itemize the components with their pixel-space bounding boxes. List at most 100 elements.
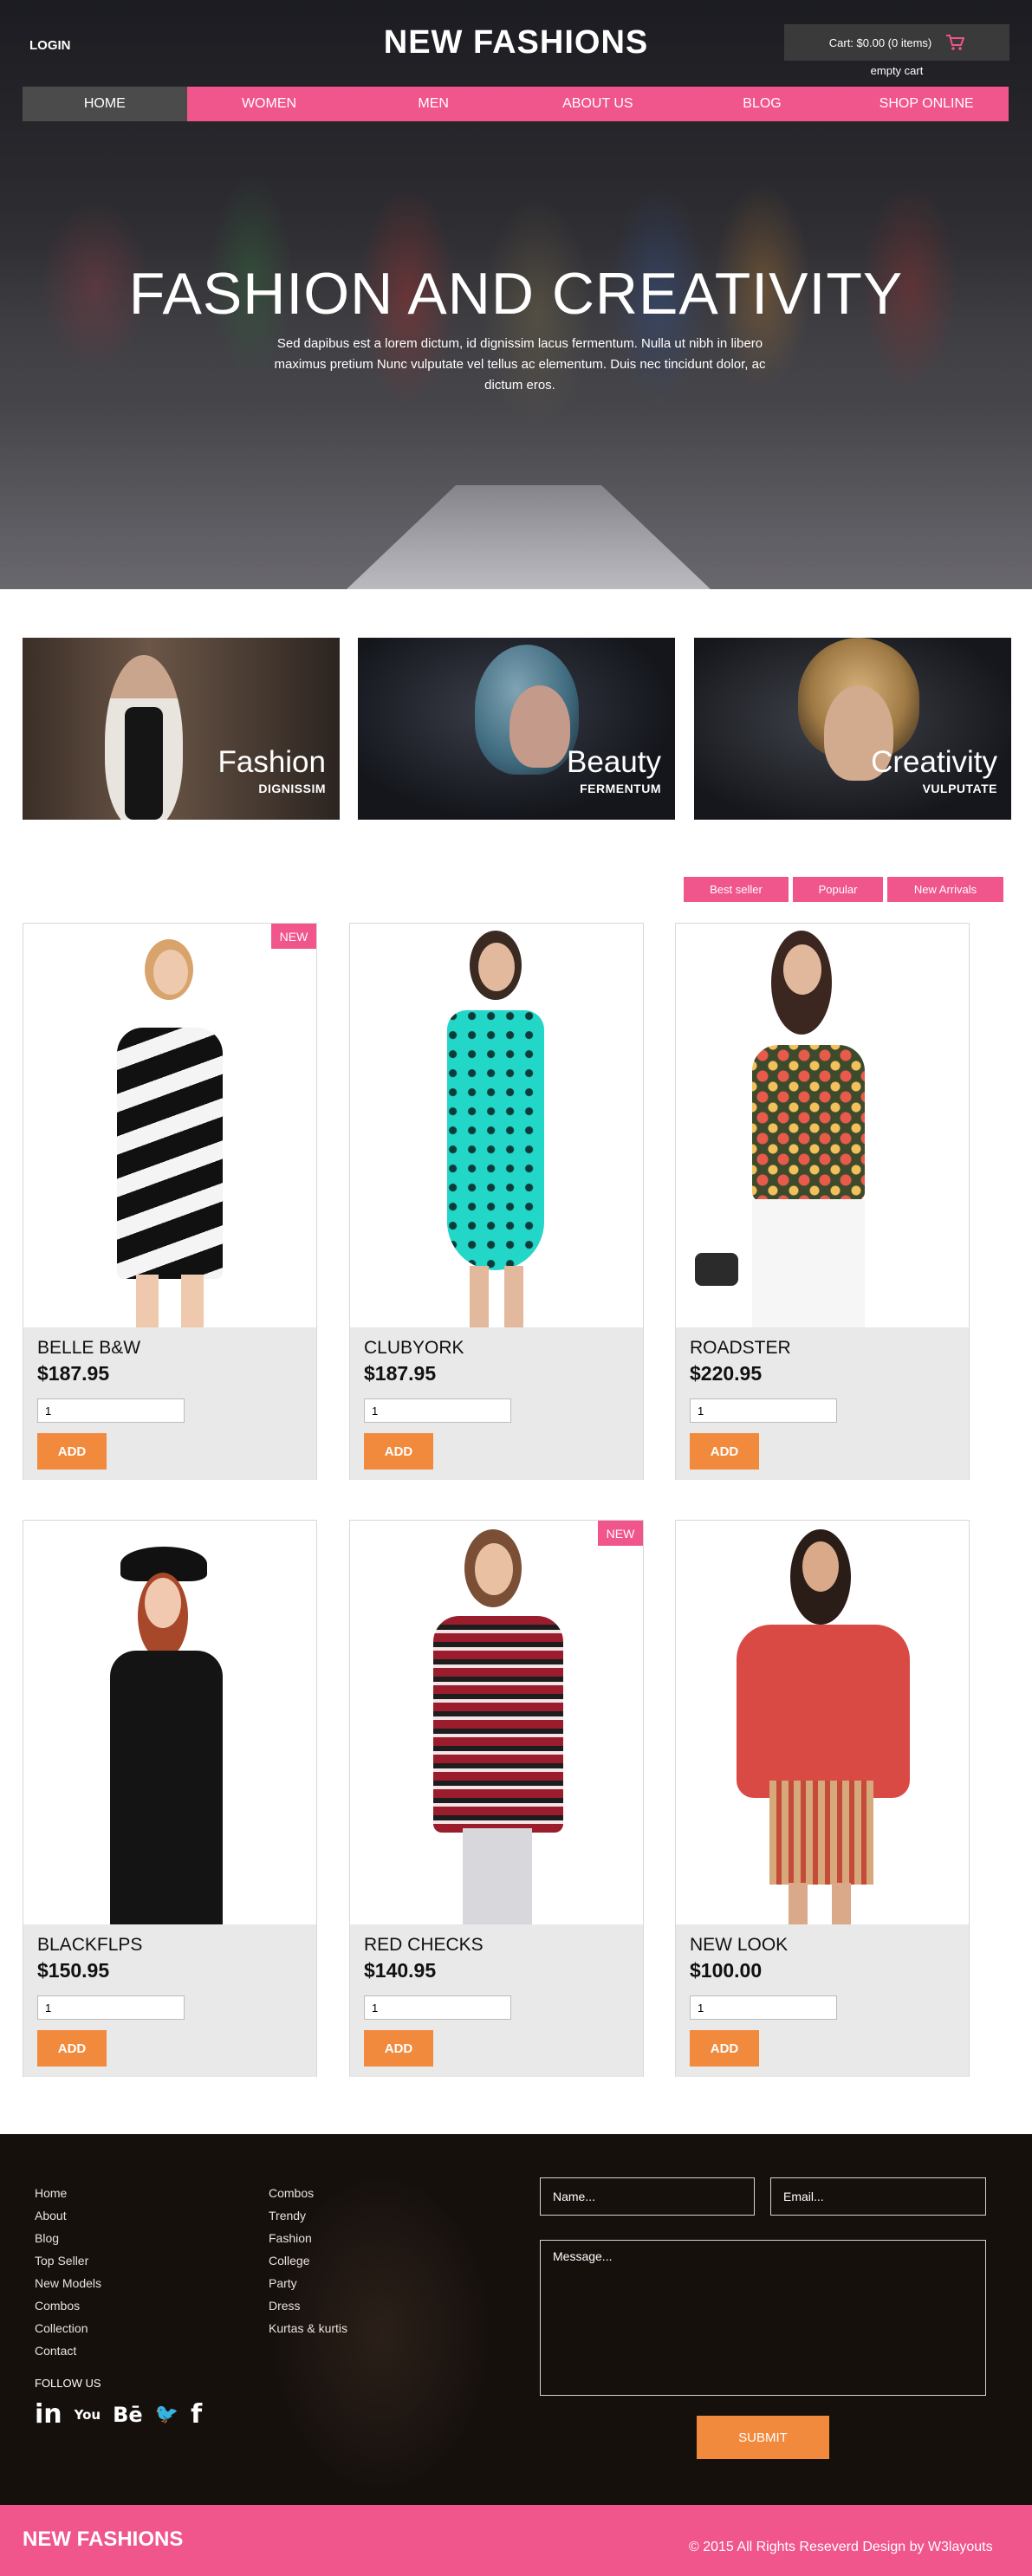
add-to-cart-button[interactable]: ADD (364, 1433, 433, 1470)
category-fashion-photo-shade (125, 707, 163, 820)
footer-brand[interactable]: NEW FASHIONS (23, 2527, 183, 2552)
category-beauty-label: Beauty FERMENTUM (567, 745, 661, 795)
product-image[interactable] (23, 924, 316, 1327)
youtube-icon[interactable]: You (75, 2408, 101, 2421)
footer-link[interactable]: Kurtas & kurtis (269, 2317, 347, 2339)
product-image[interactable] (350, 1521, 643, 1924)
tab-new-arrivals[interactable]: New Arrivals (887, 877, 1003, 902)
hero-title: FASHION AND CREATIVITY (128, 261, 904, 327)
product-card: BLACKFLPS $150.95 ADD (23, 1520, 317, 2077)
model-skirt (769, 1781, 873, 1885)
product-name: CLUBYORK (364, 1338, 464, 1358)
add-to-cart-button[interactable]: ADD (37, 1433, 107, 1470)
footer-link[interactable]: Dress (269, 2294, 347, 2317)
footer: Home About Blog Top Seller New Models Co… (0, 2134, 1032, 2505)
model-dress (447, 1010, 544, 1270)
empty-cart-link[interactable]: empty cart (784, 64, 1009, 77)
product-price: $150.95 (37, 1959, 110, 1982)
tab-popular[interactable]: Popular (793, 877, 883, 902)
nav-blog[interactable]: BLOG (679, 87, 845, 121)
footer-link[interactable]: Fashion (269, 2227, 347, 2249)
cart-button[interactable]: Cart: $0.00 (0 items) (784, 24, 1009, 61)
category-subtitle: FERMENTUM (580, 782, 661, 795)
footer-link[interactable]: About (35, 2204, 101, 2227)
product-image[interactable] (676, 1521, 969, 1924)
add-to-cart-button[interactable]: ADD (364, 2030, 433, 2067)
footer-link[interactable]: Combos (269, 2182, 347, 2204)
hero-text: Sed dapibus est a lorem dictum, id digni… (274, 336, 766, 393)
product-price: $187.95 (37, 1362, 110, 1385)
category-fashion[interactable]: Fashion DIGNISSIM (23, 638, 340, 820)
linkedin-icon[interactable]: in (35, 2399, 62, 2430)
footer-link[interactable]: Blog (35, 2227, 101, 2249)
nav-shop-online[interactable]: SHOP ONLINE (844, 87, 1009, 121)
footer-link[interactable]: Collection (35, 2317, 101, 2339)
quantity-input[interactable] (690, 1995, 837, 2020)
footer-link[interactable]: College (269, 2249, 347, 2272)
hero-runway (347, 485, 711, 589)
product-info: NEW LOOK $100.00 ADD (676, 1924, 969, 2077)
model-dress (117, 1028, 223, 1279)
product-price: $100.00 (690, 1959, 763, 1982)
product-image[interactable] (23, 1521, 316, 1924)
product-info: RED CHECKS $140.95 ADD (350, 1924, 643, 2077)
product-image[interactable] (676, 924, 969, 1327)
footer-link[interactable]: Combos (35, 2294, 101, 2317)
add-to-cart-button[interactable]: ADD (690, 1433, 759, 1470)
product-card: NEW BELLE B&W $187.95 ADD (23, 923, 317, 1480)
footer-bar: NEW FASHIONS © 2015 All Rights Reseverd … (0, 2505, 1032, 2576)
model-face (783, 944, 821, 995)
product-price: $220.95 (690, 1362, 763, 1385)
category-creativity[interactable]: Creativity VULPUTATE (694, 638, 1011, 820)
model-skirt (752, 1199, 865, 1327)
product-image[interactable] (350, 924, 643, 1327)
quantity-input[interactable] (364, 1995, 511, 2020)
footer-link[interactable]: Trendy (269, 2204, 347, 2227)
nav-men[interactable]: MEN (351, 87, 516, 121)
quantity-input[interactable] (37, 1995, 185, 2020)
model-leg (181, 1275, 204, 1327)
message-field[interactable] (540, 2240, 986, 2396)
facebook-icon[interactable]: f (191, 2399, 202, 2430)
quantity-input[interactable] (37, 1398, 185, 1423)
category-subtitle: VULPUTATE (922, 782, 997, 795)
footer-link[interactable]: Home (35, 2182, 101, 2204)
nav-home[interactable]: HOME (23, 87, 187, 121)
add-to-cart-button[interactable]: ADD (37, 2030, 107, 2067)
nav-about-us[interactable]: ABOUT US (516, 87, 680, 121)
product-card: NEW LOOK $100.00 ADD (675, 1520, 970, 2077)
model-leg (504, 1266, 523, 1327)
footer-link[interactable]: New Models (35, 2272, 101, 2294)
footer-link[interactable]: Contact (35, 2339, 101, 2362)
model-outfit (110, 1651, 223, 1924)
name-field[interactable] (540, 2177, 755, 2216)
footer-links-col1: Home About Blog Top Seller New Models Co… (35, 2182, 101, 2362)
product-card: CLUBYORK $187.95 ADD (349, 923, 644, 1480)
quantity-input[interactable] (364, 1398, 511, 1423)
behance-icon[interactable]: Bē (113, 2403, 143, 2427)
submit-button[interactable]: SUBMIT (697, 2416, 829, 2459)
category-title: Fashion (217, 745, 326, 779)
footer-link[interactable]: Top Seller (35, 2249, 101, 2272)
product-card: NEW RED CHECKS $140.95 ADD (349, 1520, 644, 2077)
category-creativity-label: Creativity VULPUTATE (871, 745, 997, 795)
add-to-cart-button[interactable]: ADD (690, 2030, 759, 2067)
product-name: BELLE B&W (37, 1338, 141, 1358)
model-leg (789, 1883, 808, 1924)
quantity-input[interactable] (690, 1398, 837, 1423)
model-pants (463, 1828, 532, 1924)
model-top (752, 1045, 865, 1201)
new-badge: NEW (271, 924, 316, 949)
product-info: CLUBYORK $187.95 ADD (350, 1327, 643, 1480)
product-info: ROADSTER $220.95 ADD (676, 1327, 969, 1480)
twitter-icon[interactable]: 🐦 (155, 2404, 178, 2425)
social-links: in You Bē 🐦 f (35, 2399, 202, 2430)
product-name: ROADSTER (690, 1338, 791, 1358)
footer-link[interactable]: Party (269, 2272, 347, 2294)
product-filter-tabs: Best seller Popular New Arrivals (684, 877, 1003, 902)
category-beauty[interactable]: Beauty FERMENTUM (358, 638, 675, 820)
nav-women[interactable]: WOMEN (186, 87, 352, 121)
model-face (478, 943, 515, 991)
email-field[interactable] (770, 2177, 986, 2216)
tab-best-seller[interactable]: Best seller (684, 877, 789, 902)
